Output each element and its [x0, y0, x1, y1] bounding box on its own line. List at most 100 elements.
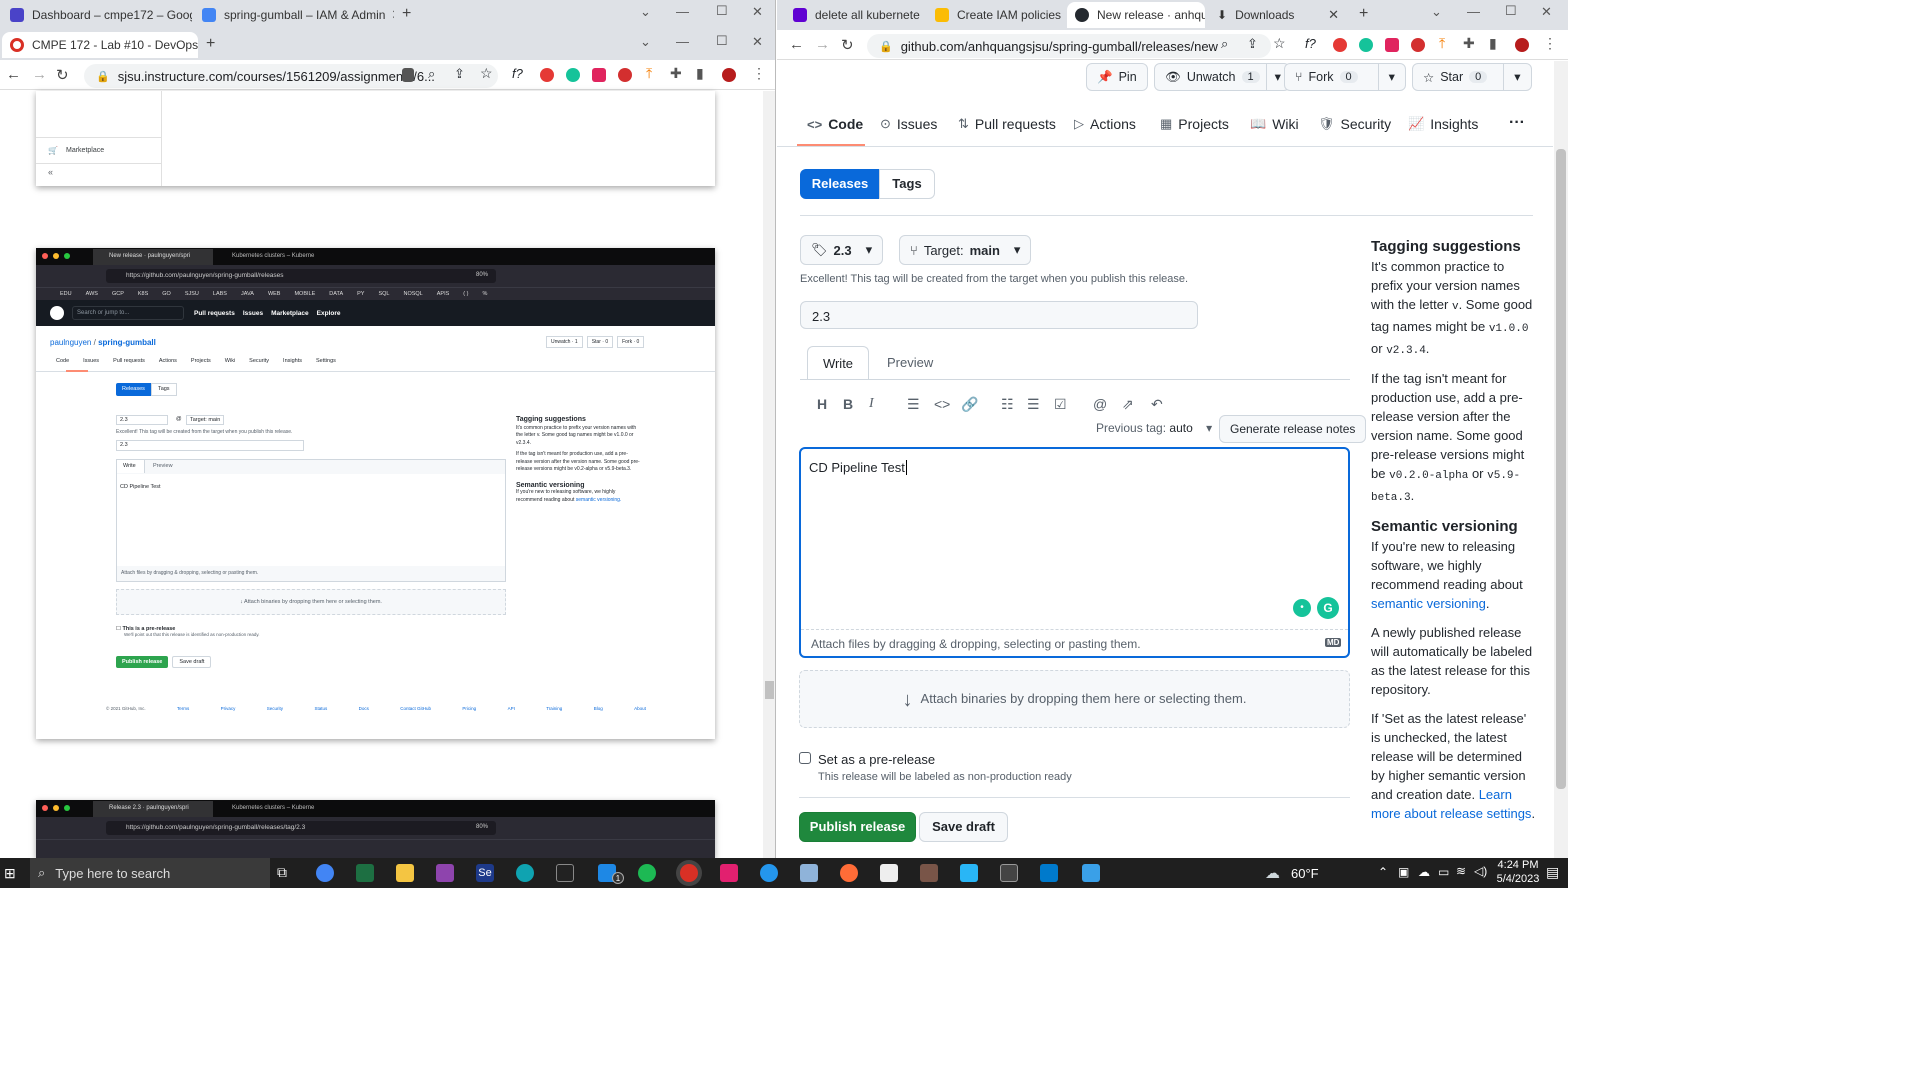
tab-security[interactable]: 🛡 Security: [1318, 116, 1391, 132]
tab-downloads[interactable]: ⬇ Downloads ✕: [1209, 2, 1347, 28]
formula-extension-icon[interactable]: f?: [512, 66, 523, 81]
puzzle-icon[interactable]: ✚: [1463, 35, 1475, 52]
blocker-extension-icon[interactable]: [540, 68, 554, 82]
reload-icon[interactable]: ↻: [56, 66, 69, 84]
back-icon[interactable]: ←: [789, 36, 804, 53]
release-body-text[interactable]: CD Pipeline Test: [809, 460, 907, 475]
chrome-icon[interactable]: [316, 864, 334, 882]
minimize-icon[interactable]: —: [1467, 4, 1480, 19]
install-icon[interactable]: [402, 68, 414, 82]
prerelease-checkbox[interactable]: [799, 752, 811, 764]
puzzle-icon[interactable]: ✚: [670, 65, 682, 82]
generate-release-notes-button[interactable]: Generate release notes: [1219, 415, 1367, 443]
chevron-down-icon[interactable]: ⌄: [640, 4, 651, 20]
tab-pull-requests[interactable]: ⇅ Pull requests: [958, 116, 1056, 132]
save-draft-button[interactable]: Save draft: [919, 812, 1008, 842]
write-tab[interactable]: Write: [807, 346, 869, 380]
sidepanel-icon[interactable]: ▮: [696, 65, 704, 82]
tab-cmpe172-lab[interactable]: CMPE 172 - Lab #10 - DevOps Cl ✕: [2, 32, 198, 58]
pin-button[interactable]: 📌 Pin: [1086, 63, 1148, 91]
notepad-plus-icon[interactable]: [356, 864, 374, 882]
pocket-icon[interactable]: [1385, 38, 1399, 52]
profile-avatar[interactable]: [1515, 38, 1529, 52]
tab-yahoo[interactable]: delete all kubernete ✕: [785, 2, 923, 28]
task-view-icon[interactable]: ⧉: [277, 864, 287, 881]
zoom-icon[interactable]: ⌕: [1221, 36, 1228, 52]
close-icon[interactable]: ✕: [1322, 7, 1339, 23]
close-icon[interactable]: ✕: [385, 7, 394, 23]
grammarly-icon[interactable]: [566, 68, 580, 82]
publish-release-button[interactable]: Publish release: [799, 812, 916, 842]
app-icon[interactable]: [800, 864, 818, 882]
tag-select-button[interactable]: 🏷 2.3 ▾: [800, 235, 884, 265]
blocker-extension-icon[interactable]: [1333, 38, 1347, 52]
unordered-list-icon[interactable]: ☷: [1001, 396, 1014, 413]
release-title-input[interactable]: 2.3: [800, 301, 1198, 329]
chevron-down-icon[interactable]: ⌄: [1431, 4, 1442, 20]
bookmark-star-icon[interactable]: ☆: [1273, 35, 1286, 52]
tab-issues[interactable]: ⊙ Issues: [880, 116, 937, 132]
windows-start-icon[interactable]: ⊞: [4, 865, 16, 882]
menu-kebab-icon[interactable]: ⋮: [752, 65, 766, 82]
tags-tab[interactable]: Tags: [879, 169, 935, 199]
scrollbar-thumb[interactable]: [765, 681, 774, 699]
profile-avatar[interactable]: [722, 68, 736, 82]
notification-center-icon[interactable]: ▤: [1546, 864, 1559, 881]
app-icon[interactable]: [1082, 864, 1100, 882]
app-icon[interactable]: [436, 864, 454, 882]
new-tab-icon[interactable]: +: [402, 5, 411, 23]
grammarly-icon[interactable]: G: [1317, 597, 1339, 619]
powershell-icon[interactable]: [1000, 864, 1018, 882]
previous-tag-select[interactable]: Previous tag: auto ▾: [1096, 421, 1212, 435]
tab-actions[interactable]: ▷ Actions: [1074, 116, 1136, 132]
reload-icon[interactable]: ↻: [841, 36, 854, 54]
maximize-icon[interactable]: ☐: [716, 3, 728, 19]
tab-insights[interactable]: 📈 Insights: [1408, 116, 1478, 132]
reply-icon[interactable]: ↶: [1151, 396, 1163, 413]
mention-icon[interactable]: @: [1093, 396, 1107, 412]
attach-binaries-dropzone[interactable]: ↓ Attach binaries by dropping them here o…: [799, 670, 1350, 728]
release-body-editor[interactable]: CD Pipeline Test • G Attach files by dra…: [799, 447, 1350, 658]
close-window-icon[interactable]: ✕: [752, 34, 763, 50]
grammarly-assist-icon[interactable]: •: [1293, 599, 1311, 617]
tab-dashboard[interactable]: Dashboard – cmpe172 – Google ✕: [2, 2, 192, 28]
address-bar[interactable]: 🔒 github.com/anhquangsjsu/spring-gumball…: [867, 34, 1271, 58]
maximize-icon[interactable]: ☐: [716, 33, 728, 49]
bold-icon[interactable]: B: [843, 396, 853, 412]
taskbar-search-box[interactable]: ⌕ Type here to search: [30, 858, 270, 888]
attach-files-text[interactable]: Attach files by dragging & dropping, sel…: [811, 637, 1141, 651]
intellij-icon[interactable]: [720, 864, 738, 882]
menu-kebab-icon[interactable]: ⋮: [1543, 35, 1557, 52]
italic-icon[interactable]: I: [869, 396, 874, 412]
task-list-icon[interactable]: ☑: [1054, 396, 1067, 413]
clock-date[interactable]: 5/4/2023: [1496, 873, 1540, 885]
grammarly-icon[interactable]: [1359, 38, 1373, 52]
cross-reference-icon[interactable]: ⇗: [1122, 396, 1134, 413]
quote-icon[interactable]: ☰: [907, 396, 920, 413]
forward-icon[interactable]: →: [815, 36, 830, 53]
more-menu-icon[interactable]: ···: [1509, 114, 1525, 132]
selenium-icon[interactable]: Se: [476, 864, 494, 882]
releases-tab[interactable]: Releases: [800, 169, 880, 199]
tray-chevron-icon[interactable]: ⌃: [1378, 865, 1388, 879]
back-icon[interactable]: ←: [6, 66, 21, 83]
maximize-icon[interactable]: ☐: [1505, 3, 1517, 19]
onedrive-icon[interactable]: ☁: [1418, 865, 1430, 879]
address-bar[interactable]: 🔒 sjsu.instructure.com/courses/1561209/a…: [84, 64, 498, 88]
tab-iam[interactable]: spring-gumball – IAM & Admin ✕: [194, 2, 394, 28]
unwatch-button[interactable]: 👁 Unwatch 1 ▾: [1154, 63, 1290, 91]
edge-icon[interactable]: [516, 864, 534, 882]
arrow-extension-icon[interactable]: ⤒: [646, 65, 652, 82]
battery-icon[interactable]: ▭: [1438, 865, 1449, 879]
temperature[interactable]: 60°F: [1291, 866, 1319, 881]
code-icon[interactable]: <>: [934, 396, 950, 412]
new-tab-icon[interactable]: +: [206, 35, 215, 53]
sidepanel-icon[interactable]: ▮: [1489, 35, 1497, 52]
tab-projects[interactable]: ▦ Projects: [1160, 116, 1229, 132]
vscode-icon[interactable]: [1040, 864, 1058, 882]
adblock-icon[interactable]: [618, 68, 632, 82]
fork-button[interactable]: ⑂ Fork 0 ▾: [1284, 63, 1406, 91]
docker-icon[interactable]: [760, 864, 778, 882]
chevron-down-icon[interactable]: ⌄: [640, 34, 651, 50]
minimize-icon[interactable]: —: [676, 4, 689, 19]
